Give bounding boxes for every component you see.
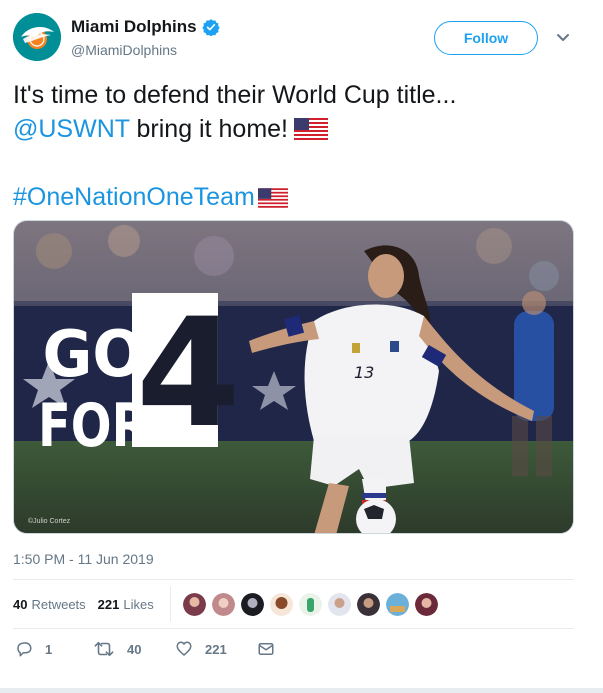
follow-button[interactable]: Follow	[434, 21, 538, 55]
tweet-line-2: @USWNT bring it home!	[13, 112, 588, 146]
jersey-number: 13	[354, 363, 374, 382]
chevron-down-icon[interactable]	[556, 33, 570, 43]
liker-avatar[interactable]	[182, 592, 206, 616]
tweet-line-2-text: bring it home!	[129, 115, 288, 143]
retweet-count: 40	[127, 641, 142, 657]
liker-avatar[interactable]	[327, 592, 351, 616]
headline-number: 4	[136, 287, 240, 461]
us-flag-icon	[257, 188, 288, 208]
retweets-label: Retweets	[31, 596, 86, 612]
stats-separator	[169, 586, 171, 622]
headline-for: FOR	[38, 391, 149, 461]
page-bottom-strip	[0, 688, 603, 693]
avatar[interactable]	[13, 13, 61, 61]
account-name[interactable]: Miami Dolphins	[71, 17, 197, 37]
liker-avatar[interactable]	[211, 592, 235, 616]
verified-badge-icon	[201, 19, 220, 36]
likes-count: 221	[97, 596, 120, 612]
us-flag-icon	[294, 118, 328, 140]
divider-bottom	[13, 628, 574, 629]
liker-avatar[interactable]	[385, 592, 409, 616]
photo-credit: ©Julio Cortez	[28, 518, 71, 525]
liker-avatar[interactable]	[269, 592, 293, 616]
hashtag-link[interactable]: #OneNationOneTeam	[13, 183, 255, 211]
liker-avatar[interactable]	[414, 592, 438, 616]
photo-graphic: GO FOR 4 13	[14, 221, 573, 533]
tweet-line-1: It's time to defend their World Cup titl…	[13, 81, 457, 109]
retweet-action[interactable]: 40	[93, 640, 141, 658]
retweet-icon	[94, 641, 114, 657]
liker-avatar[interactable]	[356, 592, 380, 616]
liker-avatar[interactable]	[240, 592, 264, 616]
likes-label: Likes	[123, 596, 154, 612]
mention-link[interactable]: @USWNT	[13, 115, 130, 143]
retweets-count: 40	[13, 596, 28, 612]
account-handle[interactable]: @MiamiDolphins	[71, 42, 177, 58]
tweet-image[interactable]: GO FOR 4 13 ©Julio Cortez	[13, 220, 574, 534]
headline-go: GO	[43, 317, 145, 392]
reply-count: 1	[45, 641, 53, 657]
message-icon	[258, 643, 274, 655]
divider-top	[13, 579, 574, 580]
like-count: 221	[205, 641, 227, 657]
tweet-timestamp[interactable]: 1:50 PM - 11 Jun 2019	[13, 551, 154, 567]
tweet-actions: 1 40 221	[13, 640, 313, 662]
reply-action[interactable]: 1	[15, 640, 52, 658]
tweet-card: Miami Dolphins @MiamiDolphins Follow It'…	[0, 0, 603, 688]
dolphins-logo-icon	[13, 13, 61, 61]
likers-avatars	[182, 592, 444, 616]
likes-stat[interactable]: 221 Likes	[98, 597, 154, 612]
direct-message-action[interactable]	[257, 640, 287, 658]
like-icon	[176, 641, 192, 656]
tweet-hashtag-line: #OneNationOneTeam	[13, 180, 588, 214]
liker-avatar[interactable]	[298, 592, 322, 616]
tweet-text: It's time to defend their World Cup titl…	[13, 78, 588, 214]
account-name-row: Miami Dolphins	[71, 17, 220, 37]
like-action[interactable]: 221	[175, 640, 227, 658]
retweets-stat[interactable]: 40 Retweets	[13, 597, 86, 612]
engagement-stats: 40 Retweets 221 Likes	[13, 586, 574, 622]
reply-icon	[17, 642, 32, 657]
